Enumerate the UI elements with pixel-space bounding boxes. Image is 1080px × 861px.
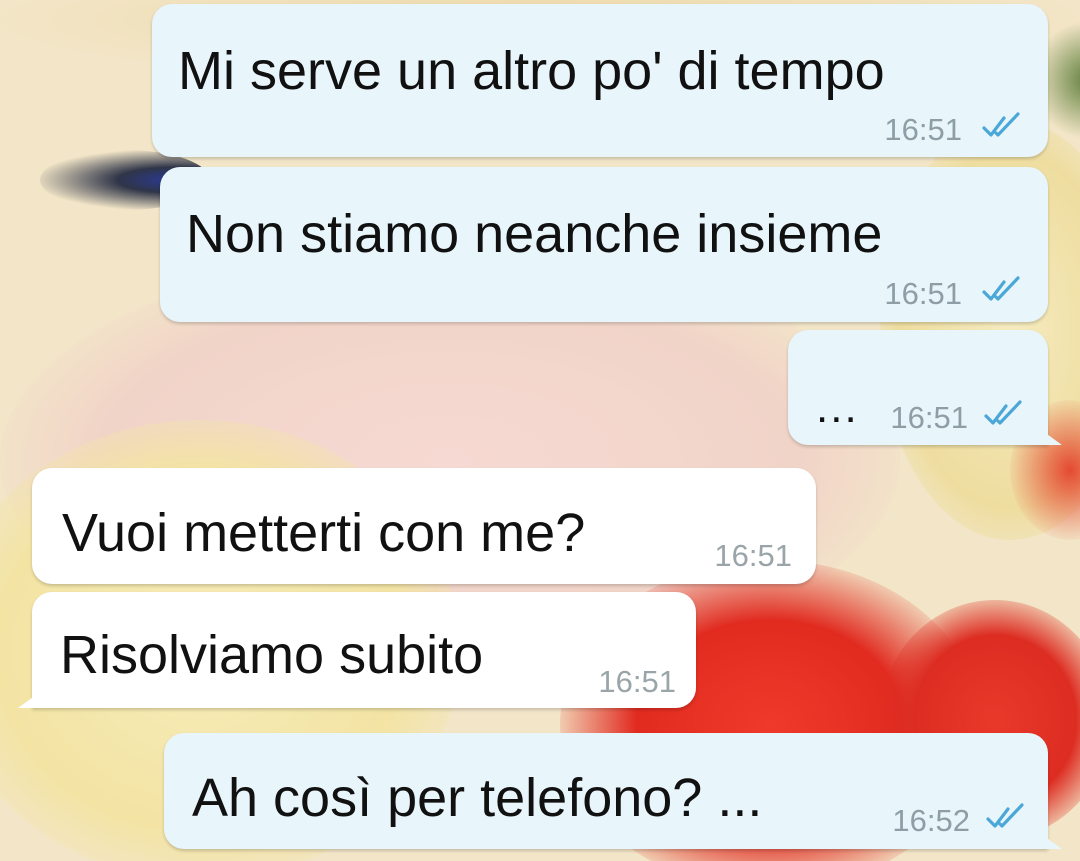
message-text: Non stiamo neanche insieme: [186, 204, 883, 264]
message-bubble-outgoing[interactable]: Non stiamo neanche insieme 16:51: [160, 167, 1048, 322]
message-bubble-outgoing[interactable]: Ah così per telefono? ... 16:52: [164, 733, 1062, 849]
message-timestamp: 16:51: [714, 538, 792, 573]
message-bubble-incoming[interactable]: Risolviamo subito 16:51: [18, 592, 696, 708]
message-timestamp: 16:51: [884, 276, 962, 311]
message-text: Ah così per telefono? ...: [192, 768, 763, 828]
message-timestamp: 16:52: [892, 803, 970, 838]
double-check-icon: [984, 400, 1022, 425]
message-timestamp: 16:51: [890, 400, 968, 435]
message-text: Mi serve un altro po' di tempo: [178, 41, 885, 101]
message-text: ...: [816, 383, 859, 432]
message-text: Risolviamo subito: [60, 625, 484, 685]
double-check-icon: [986, 803, 1024, 828]
message-timestamp: 16:51: [884, 112, 962, 147]
message-bubble-outgoing[interactable]: Mi serve un altro po' di tempo 16:51: [152, 4, 1048, 157]
double-check-icon: [982, 276, 1020, 301]
message-bubble-outgoing[interactable]: ... 16:51: [788, 330, 1062, 445]
message-timestamp: 16:51: [598, 664, 676, 699]
message-bubble-incoming[interactable]: Vuoi metterti con me? 16:51: [32, 468, 816, 584]
message-text: Vuoi metterti con me?: [62, 503, 586, 563]
double-check-icon: [982, 112, 1020, 137]
